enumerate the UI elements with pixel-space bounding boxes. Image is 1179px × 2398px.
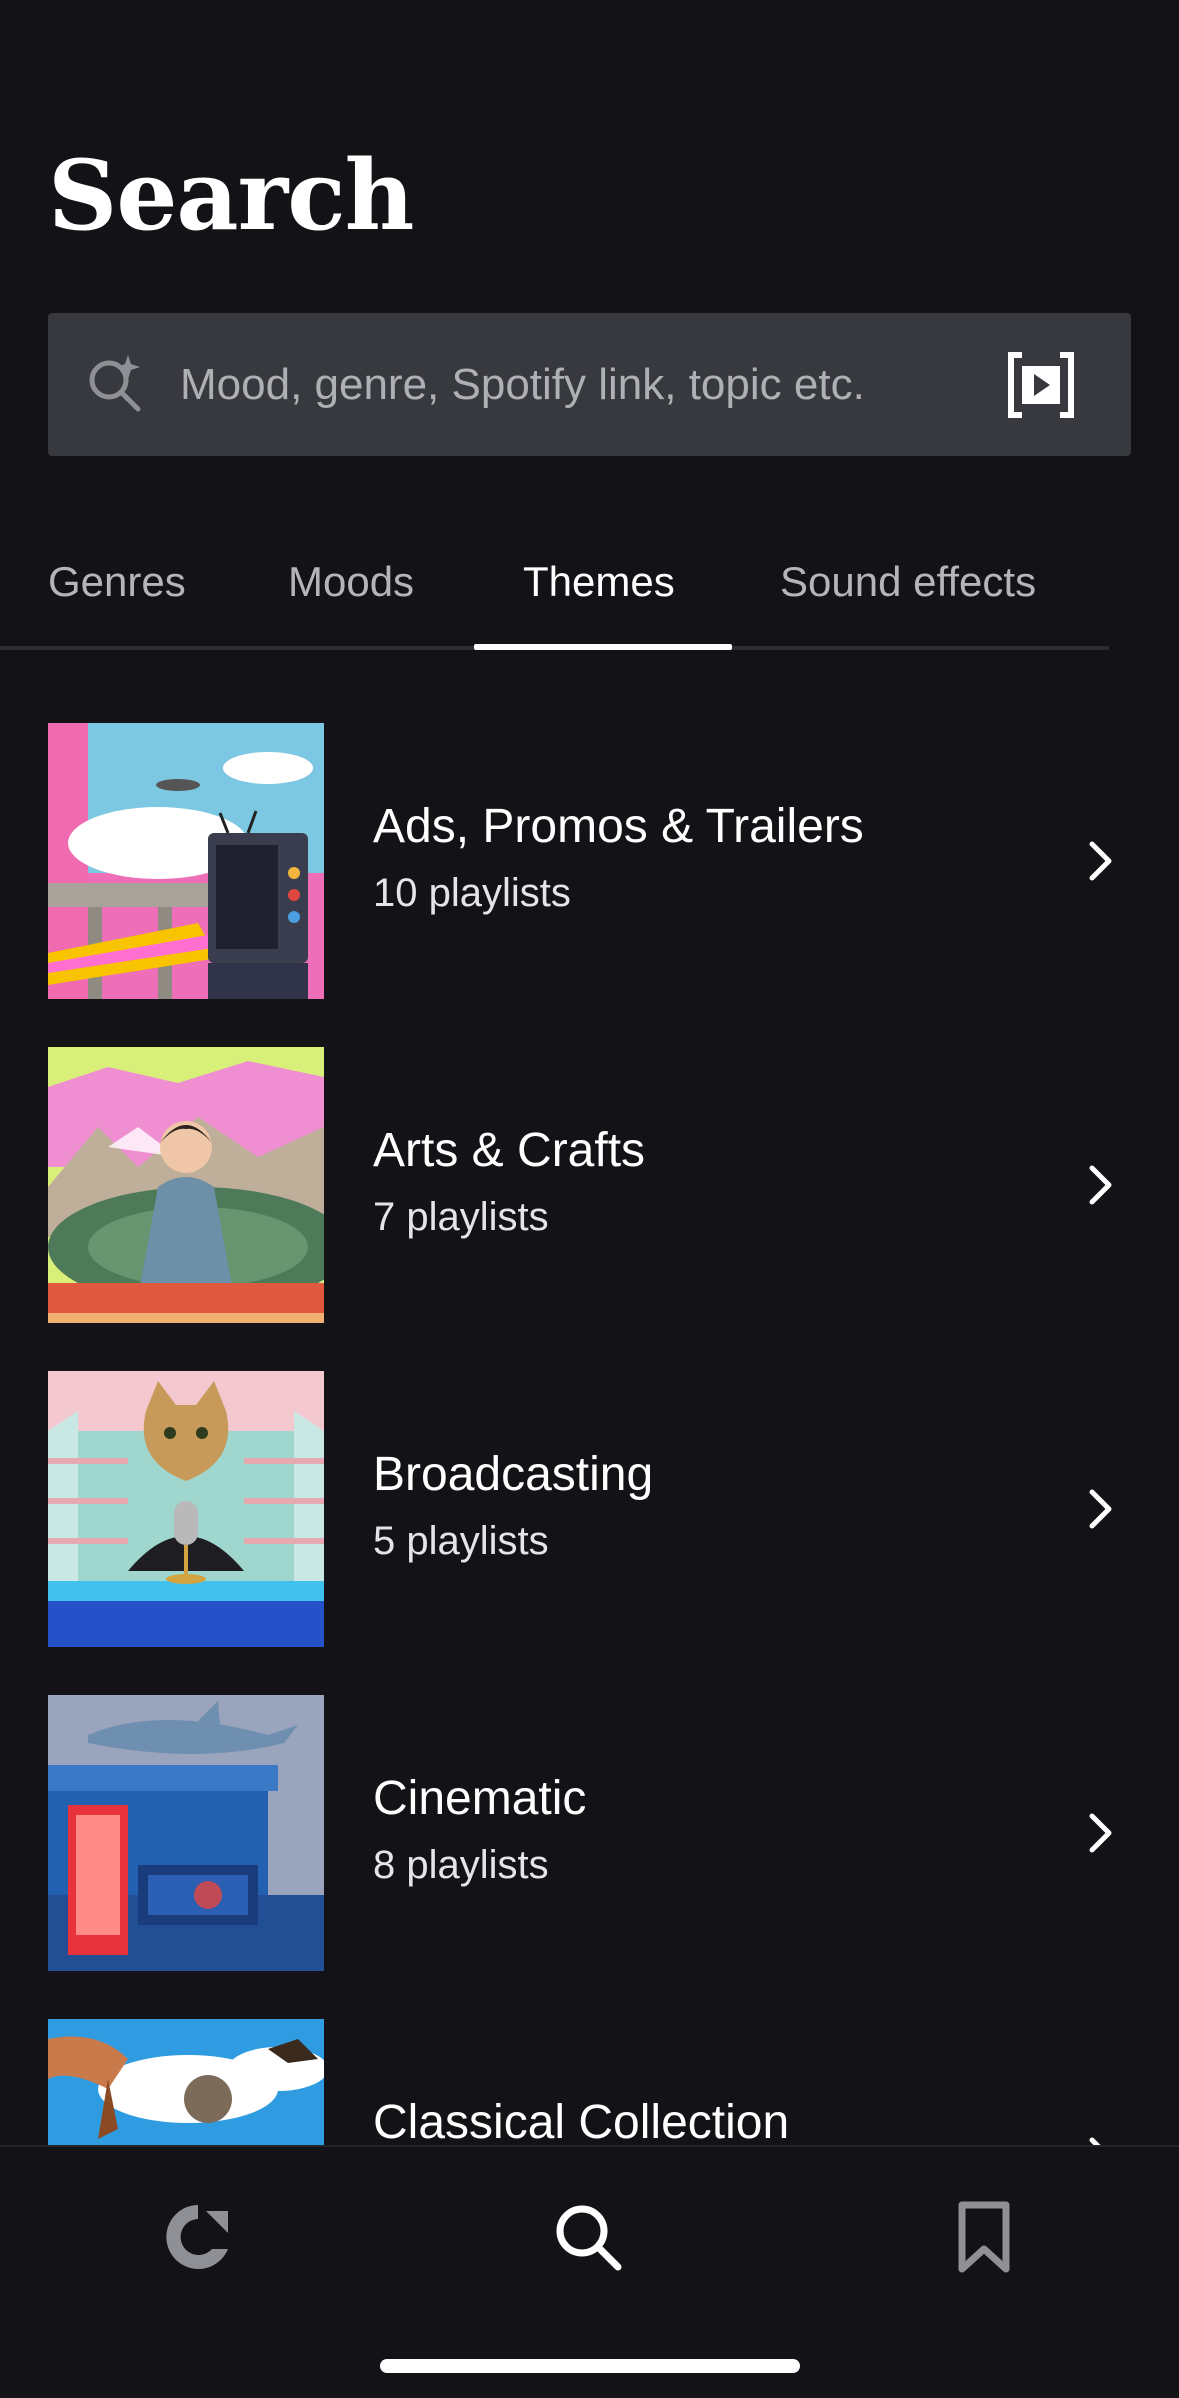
item-title: Classical Collection: [373, 2096, 790, 2145]
chevron-right-icon: [1089, 1813, 1112, 1853]
item-subtitle: 8 playlists: [373, 1843, 549, 1887]
tab-themes[interactable]: Themes: [523, 558, 675, 606]
item-subtitle: 7 playlists: [373, 1195, 549, 1239]
retro-tv-artwork: [48, 723, 324, 999]
item-title: Ads, Promos & Trailers: [373, 800, 864, 853]
painted-portrait-artwork: [48, 1047, 324, 1323]
category-tabs: Genres Moods Themes Sound effects: [0, 540, 1109, 652]
list-item[interactable]: Cinematic 8 playlists: [0, 1695, 1179, 1971]
tab-moods[interactable]: Moods: [288, 558, 414, 606]
tab-sound-effects[interactable]: Sound effects: [780, 558, 1036, 606]
tab-genres[interactable]: Genres: [48, 558, 186, 606]
list-item[interactable]: Classical Collection: [0, 2019, 1179, 2145]
active-tab-indicator: [474, 644, 732, 650]
home-indicator: [380, 2359, 800, 2373]
chevron-right-icon: [1089, 841, 1112, 881]
item-subtitle: 5 playlists: [373, 1519, 549, 1563]
item-title: Arts & Crafts: [373, 1124, 646, 1177]
chevron-right-icon: [1089, 1489, 1112, 1529]
search-bar[interactable]: Mood, genre, Spotify link, topic etc.: [48, 313, 1131, 456]
chevron-right-icon: [1089, 1165, 1112, 1205]
bottom-navigation: [0, 2145, 1179, 2398]
themes-list: Ads, Promos & Trailers 10 playlists Arts…: [0, 723, 1179, 2145]
item-title: Cinematic: [373, 1772, 587, 1825]
list-item[interactable]: Ads, Promos & Trailers 10 playlists: [0, 723, 1179, 999]
chevron-right-icon: [1089, 2137, 1101, 2145]
violin-sky-artwork: [48, 2019, 324, 2145]
page-title: Search: [48, 139, 414, 252]
bookmark-icon[interactable]: [944, 2197, 1024, 2277]
search-input[interactable]: Mood, genre, Spotify link, topic etc.: [180, 313, 865, 456]
search-icon[interactable]: [548, 2197, 628, 2277]
list-item[interactable]: Arts & Crafts 7 playlists: [0, 1047, 1179, 1323]
sparkle-search-icon: [89, 355, 141, 412]
media-link-icon[interactable]: [1006, 350, 1076, 420]
shark-hollywood-artwork: [48, 1695, 324, 1971]
item-subtitle: 10 playlists: [373, 871, 571, 915]
list-item[interactable]: Broadcasting 5 playlists: [0, 1371, 1179, 1647]
epidemic-logo-icon[interactable]: [158, 2197, 238, 2277]
item-title: Broadcasting: [373, 1448, 654, 1501]
cat-microphone-artwork: [48, 1371, 324, 1647]
